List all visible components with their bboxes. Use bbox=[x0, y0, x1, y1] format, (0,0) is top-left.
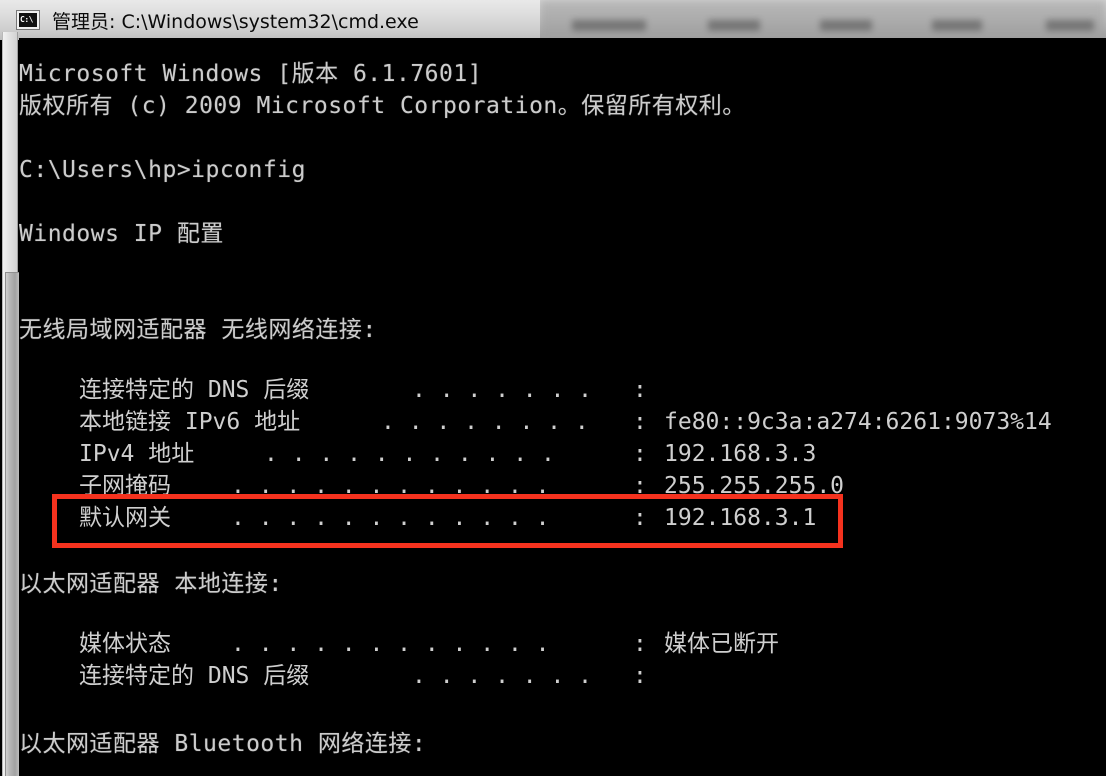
row-dot-leader: . . . . . . . . . . . . bbox=[231, 473, 550, 499]
row-dot-leader: . . . . . . . bbox=[412, 377, 593, 403]
blurred-taskbar-item-3 bbox=[820, 20, 872, 31]
blurred-taskbar-item-4 bbox=[932, 20, 982, 31]
row-value: 媒体已断开 bbox=[664, 631, 779, 657]
row-label: 连接特定的 DNS 后缀 bbox=[79, 663, 310, 689]
console-line-adapter-wlan: 无线局域网适配器 无线网络连接: bbox=[19, 317, 377, 343]
row-colon: : bbox=[633, 441, 647, 467]
blurred-taskbar-item-2 bbox=[708, 20, 760, 31]
row-colon: : bbox=[633, 663, 647, 689]
row-label: IPv4 地址 bbox=[79, 441, 195, 467]
blurred-taskbar-item-5 bbox=[1046, 20, 1094, 31]
console-line-adapter-ethernet-local: 以太网适配器 本地连接: bbox=[19, 571, 283, 597]
vertical-scrollbar[interactable] bbox=[2, 32, 20, 776]
window-title: 管理员: C:\Windows\system32\cmd.exe bbox=[52, 10, 419, 33]
row-value: 192.168.3.3 bbox=[664, 441, 817, 467]
window-titlebar[interactable]: C:\ 管理员: C:\Windows\system32\cmd.exe bbox=[0, 0, 540, 40]
row-colon: : bbox=[633, 409, 647, 435]
row-value: fe80::9c3a:a274:6261:9073%14 bbox=[664, 409, 1052, 435]
console-line-banner-version: Microsoft Windows [版本 6.1.7601] bbox=[19, 61, 483, 87]
row-label: 媒体状态 bbox=[79, 631, 171, 657]
console-line-prompt-ipconfig: C:\Users\hp>ipconfig bbox=[19, 157, 306, 183]
row-dot-leader: . . . . . . . . . . . bbox=[264, 441, 555, 467]
row-label: 连接特定的 DNS 后缀 bbox=[79, 377, 310, 403]
cmd-console-icon: C:\ bbox=[16, 10, 40, 30]
screen: C:\ 管理员: C:\Windows\system32\cmd.exe Mic… bbox=[0, 0, 1106, 776]
row-colon: : bbox=[633, 377, 647, 403]
row-label: 默认网关 bbox=[79, 505, 171, 531]
row-colon: : bbox=[633, 505, 647, 531]
blurred-taskbar-item-1 bbox=[572, 20, 646, 31]
row-value: 255.255.255.0 bbox=[664, 473, 845, 499]
row-label: 子网掩码 bbox=[79, 473, 171, 499]
scrollbar-thumb[interactable] bbox=[5, 272, 20, 776]
console-line-adapter-ethernet-bluetooth: 以太网适配器 Bluetooth 网络连接: bbox=[19, 731, 427, 757]
console-output-area[interactable]: Microsoft Windows [版本 6.1.7601] 版权所有 (c) … bbox=[19, 38, 1106, 776]
console-line-heading-ip-config: Windows IP 配置 bbox=[19, 221, 224, 247]
row-colon: : bbox=[633, 631, 647, 657]
row-dot-leader: . . . . . . . . . . . . bbox=[231, 631, 550, 657]
row-value: 192.168.3.1 bbox=[664, 505, 817, 531]
cmd-console-icon-glyph: C:\ bbox=[19, 13, 37, 27]
row-colon: : bbox=[633, 473, 647, 499]
row-dot-leader: . . . . . . . . bbox=[381, 409, 589, 435]
console-line-banner-copyright: 版权所有 (c) 2009 Microsoft Corporation。保留所有… bbox=[19, 93, 746, 119]
row-dot-leader: . . . . . . . . . . . . bbox=[231, 505, 550, 531]
row-label: 本地链接 IPv6 地址 bbox=[79, 409, 301, 435]
row-dot-leader: . . . . . . . bbox=[412, 663, 593, 689]
